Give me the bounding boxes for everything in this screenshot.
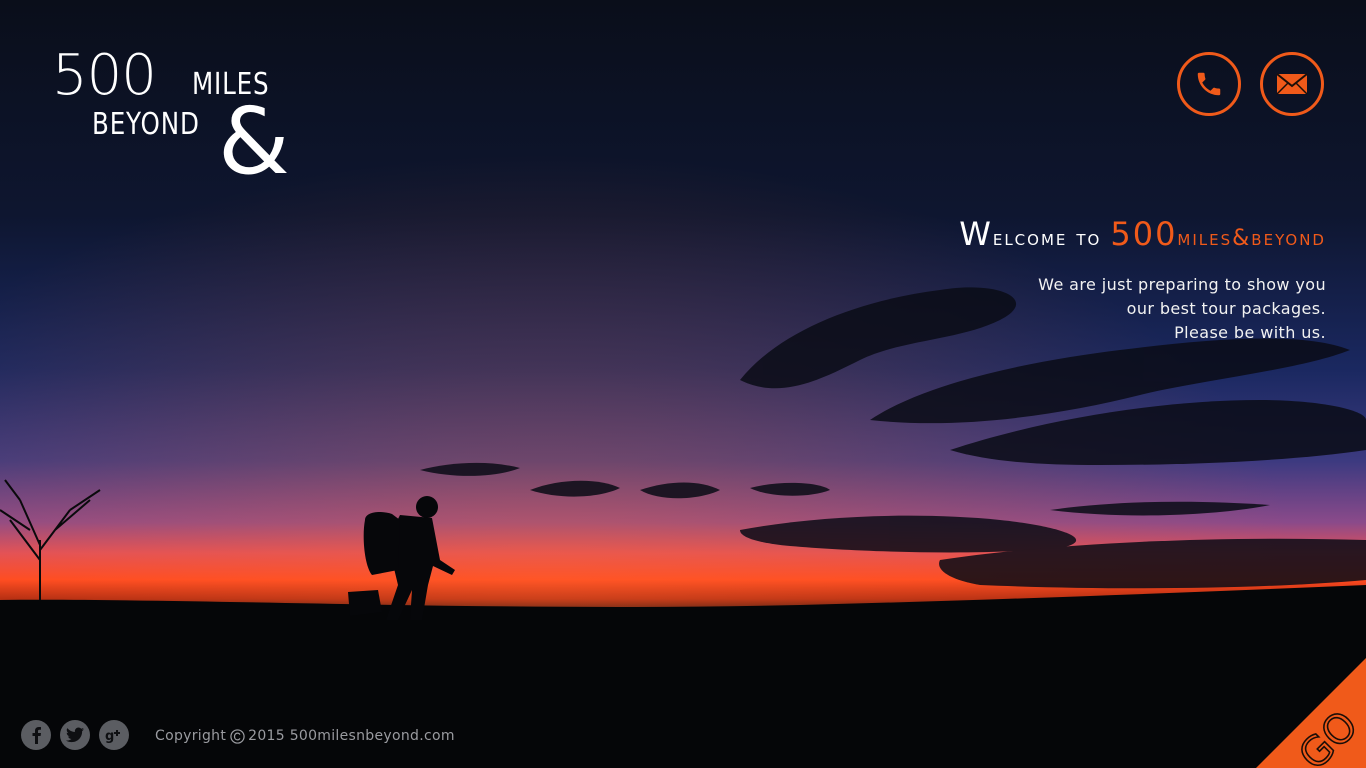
copyright-word: Copyright [155,728,227,744]
go-corner-graphic: GO [1256,658,1366,768]
welcome-text: elcome to [992,226,1111,251]
logo-beyond: BEYOND [92,107,200,142]
copyright-icon [230,728,245,744]
welcome-line: Please be with us. [1174,323,1326,342]
welcome-initial: W [959,215,993,253]
phone-icon [1197,72,1221,96]
welcome-title: Welcome to 500miles&beyond [959,214,1326,259]
go-button[interactable]: GO [1256,658,1366,768]
copyright-text: Copyright 2015 500milesnbeyond.com [155,726,455,746]
mail-icon [1276,73,1308,95]
welcome-line: We are just preparing to show you [1038,275,1326,294]
phone-button[interactable] [1177,52,1241,116]
welcome-section: Welcome to 500miles&beyond We are just p… [959,214,1326,345]
mail-button[interactable] [1260,52,1324,116]
brand-name: miles&beyond [1177,226,1326,251]
twitter-icon[interactable] [60,720,90,750]
facebook-icon[interactable] [21,720,51,750]
welcome-line: our best tour packages. [1126,299,1326,318]
google-plus-icon[interactable]: g [99,720,129,750]
svg-text:g: g [105,729,114,743]
logo-number: 500 [52,43,157,108]
landing-page: 500 MILES BEYOND & Welcome to 500miles&b… [0,0,1366,768]
social-links: g [21,720,129,750]
welcome-message: We are just preparing to show you our be… [959,273,1326,345]
site-logo[interactable]: 500 MILES BEYOND & [52,46,292,191]
copyright-info: 2015 500milesnbeyond.com [248,728,455,744]
brand-number: 500 [1110,215,1178,253]
logo-ampersand: & [218,88,290,195]
